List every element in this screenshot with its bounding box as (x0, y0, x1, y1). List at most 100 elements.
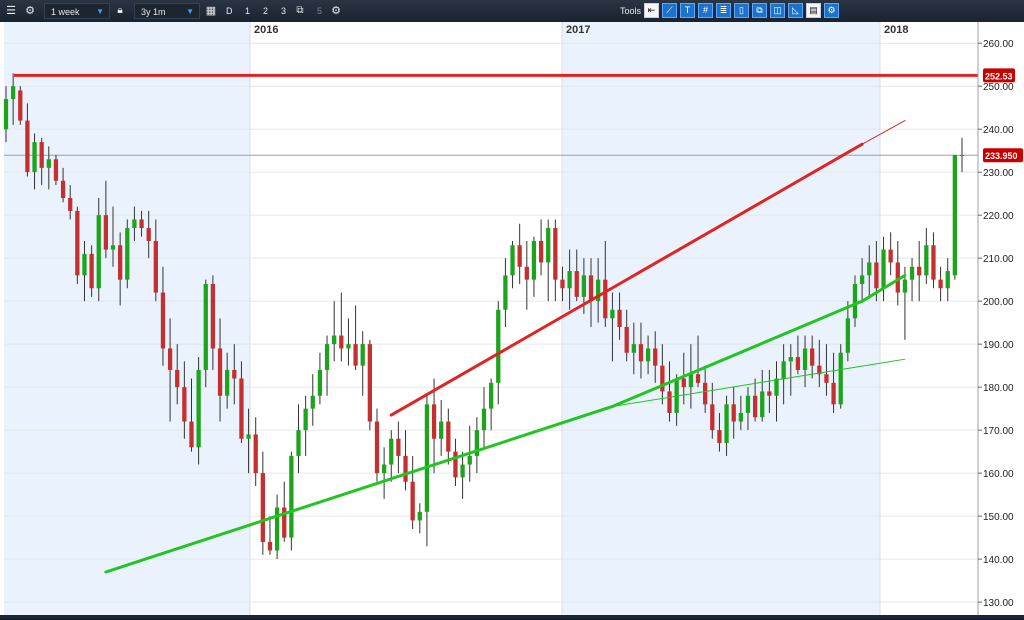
candle-up (945, 271, 950, 289)
candle-down (553, 228, 558, 280)
gear-icon[interactable]: ⚙ (22, 3, 38, 19)
candle-up (82, 253, 87, 276)
candle-up (745, 395, 751, 413)
candle-down (767, 391, 772, 396)
candle-up (845, 318, 850, 353)
y-axis-tick-label: 150.00 (983, 512, 1014, 523)
menu-icon[interactable]: ☰ (3, 3, 19, 19)
y-axis-tick-label: 130.00 (983, 598, 1014, 609)
text-tool-icon[interactable]: T (680, 3, 695, 18)
candle-down (75, 210, 80, 276)
candle-down (182, 387, 187, 422)
candle-down (831, 382, 836, 405)
tag-icon[interactable]: ◫ (770, 3, 785, 18)
settings-icon[interactable]: ⚙ (328, 3, 344, 19)
line-tool-icon[interactable]: ⟋ (662, 3, 677, 18)
candle-down (39, 142, 44, 168)
candle-up (581, 275, 587, 297)
candle-up (959, 154, 965, 156)
candle-up (132, 219, 137, 229)
period-button-1[interactable]: 1 (245, 3, 250, 19)
y-axis-tick-label: 250.00 (983, 82, 1014, 93)
x-axis-year-label: 2018 (884, 24, 908, 36)
candle-down (396, 438, 401, 456)
candle-up (346, 344, 351, 349)
x-axis-year-label: 2017 (566, 24, 590, 36)
candle-up (360, 344, 365, 366)
candle-up (467, 455, 472, 465)
candle-up (125, 228, 130, 280)
compare-icon[interactable]: ⧉ (292, 3, 308, 19)
candle-down (524, 266, 529, 280)
candle-down (60, 180, 66, 198)
fibonacci-tool-icon[interactable]: ≣ (716, 3, 731, 18)
candle-down (118, 245, 123, 280)
candle-down (653, 348, 658, 366)
period-button-5[interactable]: 5 (317, 3, 322, 19)
candle-up (389, 438, 394, 465)
candle-down (453, 451, 458, 478)
print-icon[interactable]: ▤ (806, 3, 821, 18)
candle-up (310, 395, 315, 409)
candle-down (446, 421, 451, 452)
candle-down (710, 404, 715, 431)
candle-down (752, 395, 758, 418)
shape-icon[interactable]: ◺ (788, 3, 803, 18)
candle-up (546, 228, 551, 263)
price-tag-label: 233.950 (985, 151, 1018, 161)
candle-up (481, 408, 487, 431)
y-axis-tick-label: 190.00 (983, 340, 1014, 351)
candle-up (246, 434, 251, 439)
candle-down (931, 245, 936, 280)
candle-up (902, 279, 908, 293)
tools-label: Tools (620, 6, 642, 16)
interval-select[interactable]: 1 week ▼ (44, 3, 110, 19)
price-chart[interactable]: 130.00 140.00 150.00 160.00 170.00 180.00 190.… (0, 22, 1024, 615)
candle-up (760, 391, 765, 418)
candle-up (610, 309, 615, 319)
candle-up (381, 464, 387, 474)
tool-settings-icon[interactable]: ⚙ (824, 3, 839, 18)
candle-up (417, 511, 422, 521)
layers-icon[interactable]: ⧉ (752, 3, 767, 18)
candle-down (403, 455, 408, 482)
calendar-icon[interactable]: ▦ (203, 3, 219, 19)
period-button-3[interactable]: 3 (281, 3, 286, 19)
toolbar: ☰ ⚙ 1 week ▼ 🔒︎ 3y 1m ▼ ▦ D 1 2 3 ⧉ 5 ⚙ … (0, 0, 1024, 23)
lock-icon[interactable]: 🔒︎ (112, 3, 128, 19)
chart-area[interactable]: 130.00 140.00 150.00 160.00 170.00 180.00 190.… (0, 22, 1024, 615)
candle-up (802, 348, 808, 370)
period-button-2[interactable]: 2 (263, 3, 268, 19)
candle-down (874, 262, 879, 289)
candle-up (488, 382, 494, 409)
candle-down (210, 283, 216, 349)
candle-up (788, 357, 793, 362)
grid-tool-icon[interactable]: # (698, 3, 713, 18)
chevron-down-icon: ▼ (96, 7, 104, 16)
candle-down (431, 404, 437, 439)
candle-up (503, 275, 508, 310)
candle-up (289, 455, 294, 538)
candle-down (153, 240, 158, 293)
range-select[interactable]: 3y 1m ▼ (134, 3, 200, 19)
candle-down (681, 378, 686, 388)
arrow-left-icon[interactable]: ⇤ (644, 3, 659, 18)
bottom-scrollbar[interactable] (0, 615, 1024, 619)
candle-down (339, 335, 344, 349)
candle-up (924, 245, 929, 276)
y-axis-tick-label: 230.00 (983, 168, 1014, 179)
candle-down (175, 369, 180, 388)
candle-up (952, 154, 958, 276)
period-button-d[interactable]: D (226, 3, 233, 19)
candle-down (18, 90, 23, 121)
candle-up (496, 309, 501, 383)
candle-down (603, 279, 608, 319)
candle-down (232, 369, 237, 379)
candle-down (167, 348, 173, 370)
candle-down (374, 421, 380, 474)
year-shade-band (562, 22, 880, 615)
candle-up (46, 159, 51, 168)
chart-application: ☰ ⚙ 1 week ▼ 🔒︎ 3y 1m ▼ ▦ D 1 2 3 ⧉ 5 ⚙ … (0, 0, 1024, 619)
candle-down (538, 240, 544, 263)
candle-tool-icon[interactable]: ▯ (734, 3, 749, 18)
